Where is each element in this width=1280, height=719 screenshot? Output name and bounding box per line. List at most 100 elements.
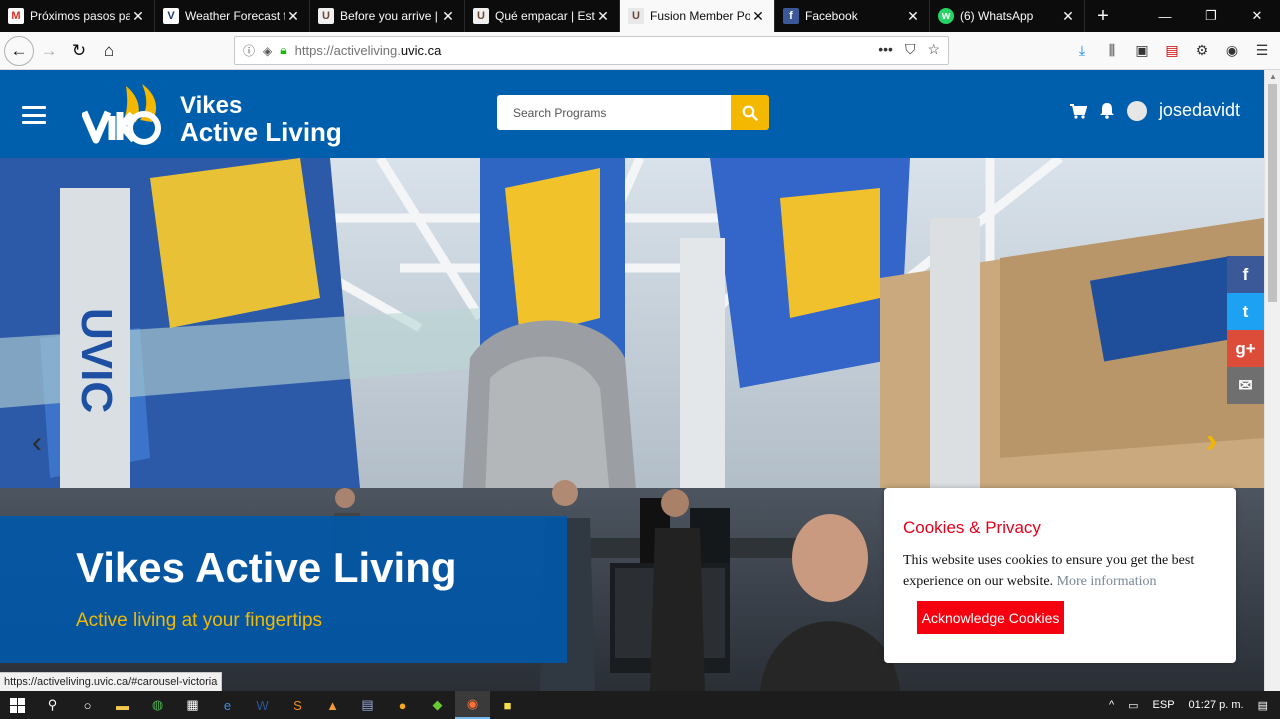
browser-tab-3[interactable]: U Before you arrive | U ✕ — [310, 0, 465, 32]
extension-icon[interactable]: ▤ — [1160, 36, 1184, 64]
settings-gear-icon[interactable]: ⚙ — [1190, 36, 1214, 64]
site-header: Vikes Active Living josedavidt — [0, 70, 1264, 158]
chrome-icon[interactable]: ◍ — [140, 691, 175, 719]
search-button[interactable] — [731, 95, 769, 130]
new-tab-button[interactable]: + — [1085, 0, 1121, 32]
battery-icon[interactable]: ▭ — [1128, 699, 1138, 712]
windows-start-icon[interactable] — [0, 691, 35, 719]
chevron-up-icon[interactable]: ^ — [1109, 699, 1114, 711]
close-tab-icon[interactable]: ✕ — [1060, 8, 1076, 25]
search-icon — [742, 105, 758, 121]
carousel-prev-icon[interactable]: ‹ — [32, 426, 42, 460]
language-indicator[interactable]: ESP — [1153, 699, 1175, 711]
cart-icon[interactable] — [1069, 103, 1087, 119]
search-icon[interactable]: ⚲ — [35, 691, 70, 719]
info-icon[interactable]: ⓘ — [243, 42, 255, 59]
scroll-up-icon[interactable]: ▲ — [1269, 72, 1277, 81]
menu-icon[interactable]: ☰ — [1250, 36, 1274, 64]
browser-tab-1[interactable]: M Próximos pasos par ✕ — [0, 0, 155, 32]
app-icon[interactable]: ▲ — [315, 691, 350, 719]
browser-nav-bar: ← → ↻ ⌂ ⓘ ◈ 🔒︎ https://activeliving.uvic… — [0, 32, 1280, 70]
mail-icon[interactable]: ✉ — [1227, 367, 1264, 404]
vikes-logo-icon[interactable] — [82, 82, 162, 148]
sidebar-icon[interactable]: ▣ — [1130, 36, 1154, 64]
close-tab-icon[interactable]: ✕ — [595, 8, 611, 25]
uvic-shield-icon: U — [473, 8, 489, 24]
tab-title: Próximos pasos par — [30, 9, 130, 23]
close-tab-icon[interactable]: ✕ — [750, 8, 766, 25]
user-avatar[interactable] — [1126, 100, 1147, 121]
facebook-icon[interactable]: f — [1227, 256, 1264, 293]
word-icon[interactable]: W — [245, 691, 280, 719]
search-input[interactable] — [497, 95, 731, 130]
bookmark-star-icon[interactable]: ☆ — [927, 41, 940, 58]
username[interactable]: josedavidt — [1159, 100, 1240, 121]
windows-taskbar: ⚲ ○ ▬ ◍ ▦ e W S ▲ ▤ ● ◆ ◉ ■ ^ ▭ ESP 01:2… — [0, 691, 1280, 719]
acknowledge-cookies-button[interactable]: Acknowledge Cookies — [917, 601, 1064, 634]
browser-tab-7[interactable]: w (6) WhatsApp ✕ — [930, 0, 1085, 32]
tab-title: Weather Forecast fo — [185, 9, 285, 23]
header-user-area: josedavidt — [1069, 100, 1240, 121]
pocket-icon[interactable]: ⛉ — [905, 41, 916, 58]
notepad-icon[interactable]: ▤ — [350, 691, 385, 719]
minimize-icon[interactable]: — — [1142, 0, 1188, 32]
browser-tab-4[interactable]: U Qué empacar | Estu ✕ — [465, 0, 620, 32]
address-url: https://activeliving.uvic.ca — [294, 43, 442, 58]
program-search — [497, 95, 769, 130]
browser-tab-5-active[interactable]: U Fusion Member Por ✕ — [620, 0, 775, 32]
tracking-shield-icon[interactable]: ◈ — [263, 44, 272, 58]
clock[interactable]: 01:27 p. m. — [1189, 699, 1244, 711]
home-button[interactable]: ⌂ — [94, 36, 124, 66]
notifications-icon[interactable]: ▤ — [1258, 699, 1268, 712]
status-bar-url: https://activeliving.uvic.ca/#carousel-v… — [0, 672, 223, 692]
close-tab-icon[interactable]: ✕ — [905, 8, 921, 25]
back-button[interactable]: ← — [4, 35, 34, 66]
bell-icon[interactable] — [1099, 102, 1115, 119]
whatsapp-icon: w — [938, 8, 954, 24]
maximize-icon[interactable]: ❐ — [1188, 0, 1234, 32]
download-icon[interactable]: ⤓ — [1070, 36, 1094, 64]
site-brand[interactable]: Vikes Active Living — [180, 92, 342, 146]
address-bar[interactable]: ⓘ ◈ 🔒︎ https://activeliving.uvic.ca ••• … — [234, 36, 949, 65]
gmail-icon: M — [8, 8, 24, 24]
sticky-notes-icon[interactable]: ■ — [490, 691, 525, 719]
google-plus-icon[interactable]: g+ — [1227, 330, 1264, 367]
app-green-icon[interactable]: ◆ — [420, 691, 455, 719]
close-tab-icon[interactable]: ✕ — [130, 8, 146, 25]
carousel-next-icon[interactable]: › — [1206, 422, 1217, 461]
tab-title: Facebook — [805, 9, 858, 23]
facebook-icon: f — [783, 8, 799, 24]
menu-hamburger-icon[interactable] — [22, 106, 46, 124]
firefox-icon[interactable]: ◉ — [455, 691, 490, 719]
app-orange-icon[interactable]: ● — [385, 691, 420, 719]
twitter-icon[interactable]: t — [1227, 293, 1264, 330]
cortana-icon[interactable]: ○ — [70, 691, 105, 719]
tab-title: (6) WhatsApp — [960, 9, 1034, 23]
browser-tab-6[interactable]: f Facebook ✕ — [775, 0, 930, 32]
brand-line-2: Active Living — [180, 117, 342, 147]
hero-title: Vikes Active Living — [76, 544, 457, 591]
tab-title: Qué empacar | Estu — [495, 9, 595, 23]
store-icon[interactable]: ▦ — [175, 691, 210, 719]
close-tab-icon[interactable]: ✕ — [440, 8, 456, 25]
close-tab-icon[interactable]: ✕ — [285, 8, 301, 25]
edge-icon[interactable]: e — [210, 691, 245, 719]
tab-title: Fusion Member Por — [650, 9, 750, 23]
page-actions-icon[interactable]: ••• — [878, 41, 893, 58]
scrollbar-thumb[interactable] — [1268, 84, 1277, 302]
social-share-bar: f t g+ ✉ — [1227, 256, 1264, 404]
browser-tab-2[interactable]: V Weather Forecast fo ✕ — [155, 0, 310, 32]
library-icon[interactable]: ⫼ — [1100, 36, 1124, 64]
uvic-shield-icon: U — [628, 8, 644, 24]
page-scrollbar[interactable]: ▲ — [1264, 70, 1280, 691]
reload-button[interactable]: ↻ — [64, 36, 94, 66]
weather-site-icon: V — [163, 8, 179, 24]
sublime-icon[interactable]: S — [280, 691, 315, 719]
lock-icon[interactable]: 🔒︎ — [280, 43, 286, 58]
brand-line-1: Vikes — [180, 92, 243, 119]
close-window-icon[interactable]: ✕ — [1234, 0, 1280, 32]
file-explorer-icon[interactable]: ▬ — [105, 691, 140, 719]
chrome-extension-icon[interactable]: ◉ — [1220, 36, 1244, 64]
more-information-link[interactable]: More information — [1057, 574, 1157, 589]
forward-button[interactable]: → — [34, 36, 64, 66]
